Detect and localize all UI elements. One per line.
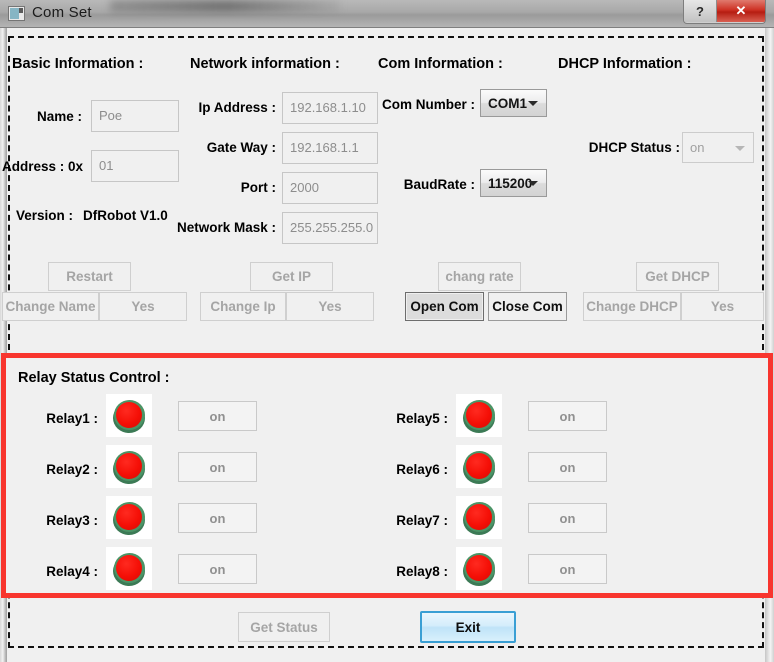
title-bar: Com Set ? ✕	[0, 0, 774, 28]
relay5-led-indicator	[456, 394, 502, 437]
red-led-icon	[112, 399, 146, 433]
client-area: Basic Information : Network information …	[0, 28, 774, 662]
relay4-label: Relay4 :	[46, 564, 98, 579]
com-number-label: Com Number :	[381, 97, 475, 112]
gateway-label: Gate Way :	[206, 140, 276, 155]
relay4-led-indicator	[106, 547, 152, 590]
network-mask-input[interactable]: 255.255.255.0	[282, 212, 378, 244]
red-led-icon	[112, 450, 146, 484]
exit-button[interactable]: Exit	[420, 611, 516, 643]
relay1-state-button[interactable]: on	[178, 401, 257, 431]
ip-address-label: Ip Address :	[198, 100, 276, 115]
address-label: Address : 0x	[2, 159, 84, 174]
red-led-icon	[112, 552, 146, 586]
relay7-label: Relay7 :	[396, 513, 448, 528]
relay8-state-button[interactable]: on	[528, 554, 607, 584]
dhcp-status-value: on	[690, 140, 705, 155]
get-ip-button[interactable]: Get IP	[250, 262, 333, 291]
relay7-state-button[interactable]: on	[528, 503, 607, 533]
chang-rate-button[interactable]: chang rate	[438, 262, 521, 291]
get-dhcp-button[interactable]: Get DHCP	[636, 262, 719, 291]
relay-status-control-heading: Relay Status Control :	[18, 370, 170, 386]
relay6-label: Relay6 :	[396, 462, 448, 477]
change-dhcp-yes-button[interactable]: Yes	[681, 292, 764, 321]
red-led-icon	[462, 450, 496, 484]
address-input[interactable]: 01	[91, 150, 179, 182]
relay1-label: Relay1 :	[46, 411, 98, 426]
com-set-window: Com Set ? ✕ Basic Information : Network …	[0, 0, 774, 662]
chevron-down-icon	[528, 181, 538, 186]
application-window-icon	[8, 6, 25, 21]
relay2-led-indicator	[106, 445, 152, 488]
relay3-led-indicator	[106, 496, 152, 539]
name-label: Name :	[36, 109, 82, 124]
com-number-value: COM1	[488, 95, 528, 111]
change-name-button[interactable]: Change Name	[2, 292, 99, 321]
relay4-state-button[interactable]: on	[178, 554, 257, 584]
caption-button-group: ? ✕	[683, 0, 766, 24]
chevron-down-icon	[735, 145, 745, 151]
relay3-state-button[interactable]: on	[178, 503, 257, 533]
red-led-icon	[462, 399, 496, 433]
dhcp-status-select[interactable]: on	[682, 132, 754, 163]
relay2-label: Relay2 :	[46, 462, 98, 477]
ip-address-input[interactable]: 192.168.1.10	[282, 92, 378, 124]
network-mask-label: Network Mask :	[176, 220, 276, 235]
relay8-led-indicator	[456, 547, 502, 590]
restart-button[interactable]: Restart	[48, 262, 131, 291]
com-information-heading: Com Information :	[378, 56, 503, 72]
titlebar-blur-artifact	[110, 0, 340, 12]
gateway-input[interactable]: 192.168.1.1	[282, 132, 378, 164]
window-title: Com Set	[32, 4, 92, 21]
relay5-label: Relay5 :	[396, 411, 448, 426]
get-status-button[interactable]: Get Status	[238, 612, 330, 642]
relay3-label: Relay3 :	[46, 513, 98, 528]
port-label: Port :	[240, 180, 276, 195]
com-number-select[interactable]: COM1	[480, 89, 547, 117]
chevron-down-icon	[528, 101, 538, 106]
relay2-state-button[interactable]: on	[178, 452, 257, 482]
relay7-led-indicator	[456, 496, 502, 539]
relay8-label: Relay8 :	[396, 564, 448, 579]
basic-information-heading: Basic Information :	[12, 56, 144, 72]
version-label: Version :	[15, 208, 73, 223]
close-com-button[interactable]: Close Com	[488, 292, 567, 321]
relay6-state-button[interactable]: on	[528, 452, 607, 482]
close-button[interactable]: ✕	[717, 0, 765, 22]
change-dhcp-button[interactable]: Change DHCP	[583, 292, 681, 321]
change-ip-button[interactable]: Change Ip	[200, 292, 286, 321]
change-ip-yes-button[interactable]: Yes	[286, 292, 374, 321]
change-name-yes-button[interactable]: Yes	[99, 292, 187, 321]
baudrate-select[interactable]: 115200	[480, 169, 547, 197]
name-input[interactable]: Poe	[91, 100, 179, 132]
dhcp-status-label: DHCP Status :	[588, 140, 680, 155]
baudrate-label: BaudRate :	[403, 177, 475, 192]
red-led-icon	[462, 501, 496, 535]
relay-status-control-panel: Relay Status Control : Relay1 : on Relay…	[1, 353, 773, 598]
red-led-icon	[112, 501, 146, 535]
baudrate-value: 115200	[488, 175, 533, 191]
port-input[interactable]: 2000	[282, 172, 378, 204]
red-led-icon	[462, 552, 496, 586]
relay5-state-button[interactable]: on	[528, 401, 607, 431]
relay6-led-indicator	[456, 445, 502, 488]
network-information-heading: Network information :	[190, 56, 340, 72]
relay1-led-indicator	[106, 394, 152, 437]
help-button[interactable]: ?	[684, 0, 717, 22]
open-com-button[interactable]: Open Com	[405, 292, 484, 321]
version-value: DfRobot V1.0	[83, 208, 168, 223]
dhcp-information-heading: DHCP Information :	[558, 56, 692, 72]
